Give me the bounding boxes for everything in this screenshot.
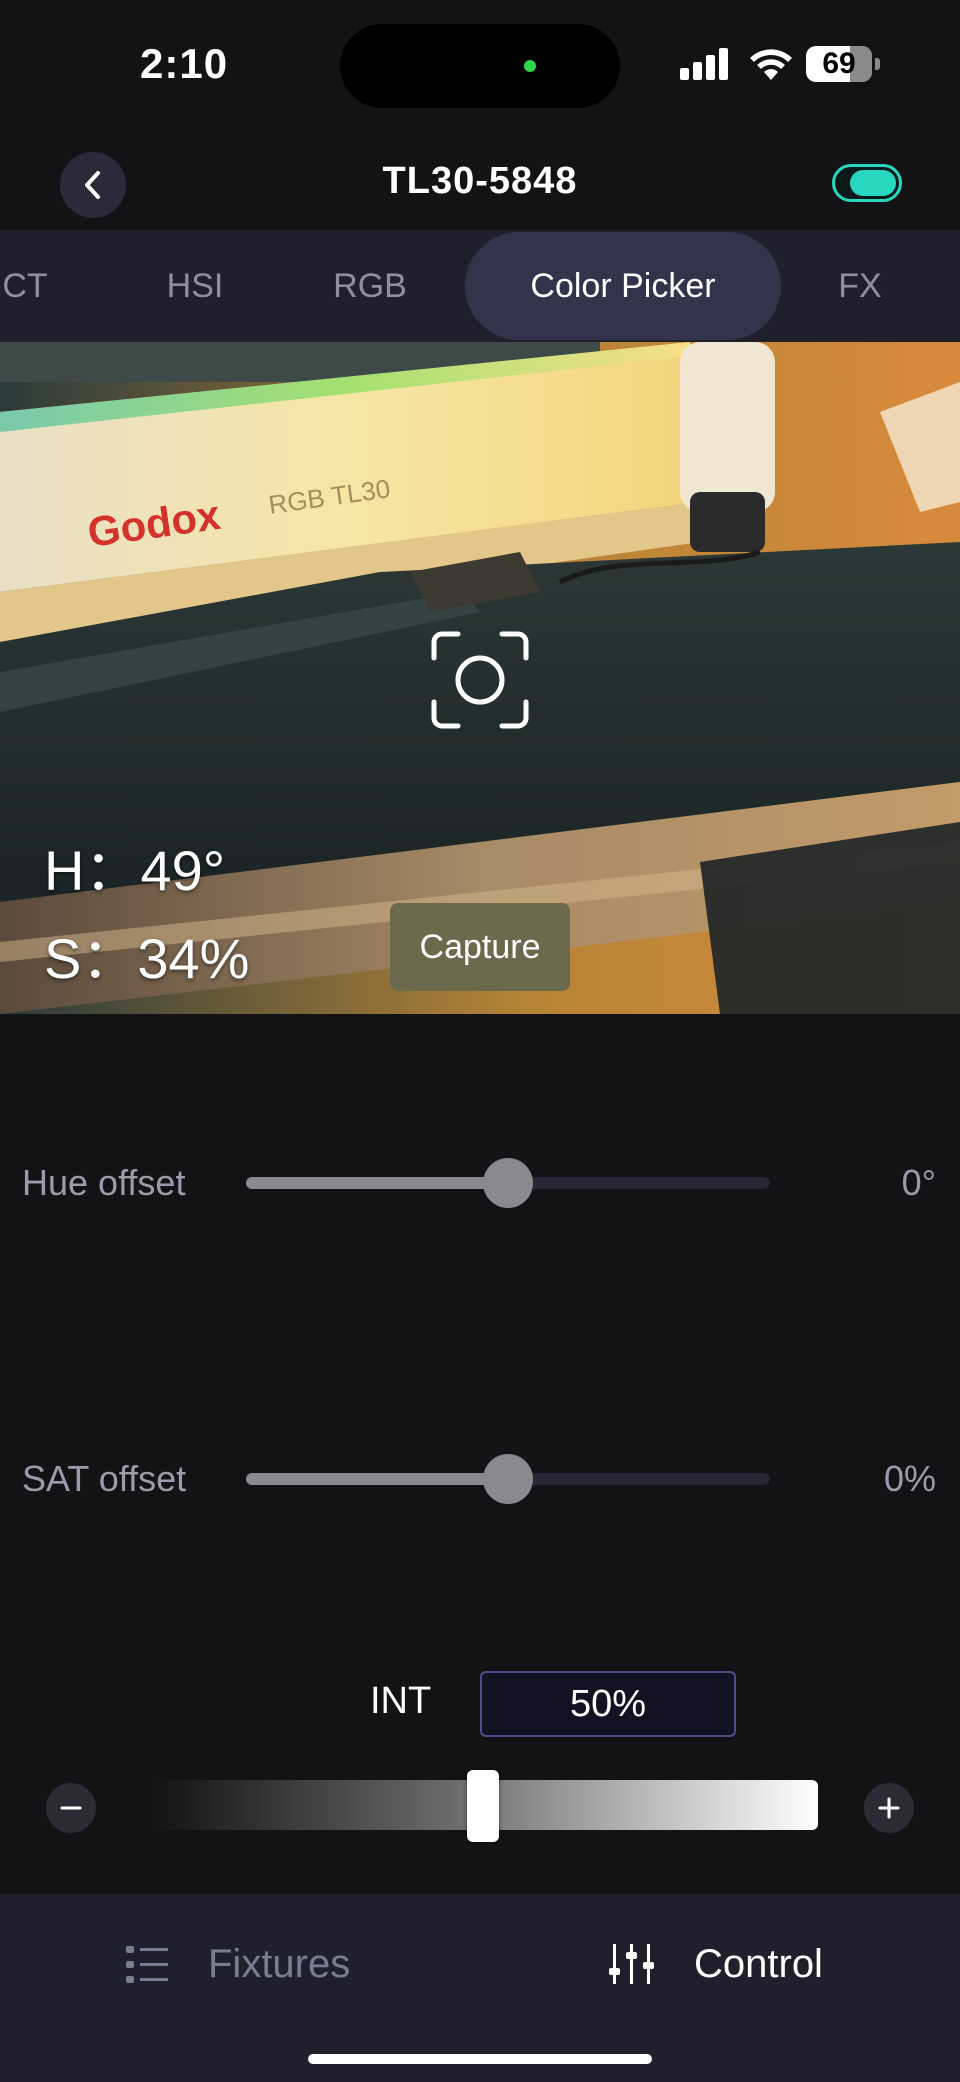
sat-offset-fill (246, 1473, 508, 1485)
sat-value: 34% (137, 927, 250, 990)
hue-offset-value: 0° (901, 1162, 936, 1203)
tab-color-picker[interactable]: Color Picker (465, 232, 781, 340)
sat-offset-slider[interactable] (246, 1454, 770, 1504)
list-icon (126, 1946, 168, 1983)
intensity-thumb[interactable] (467, 1770, 499, 1842)
hue-label: H： (44, 839, 141, 902)
hue-readout: H：49° (44, 826, 225, 907)
nav-control[interactable]: Control (608, 1924, 868, 2004)
page-title: TL30-5848 (382, 160, 578, 202)
home-indicator (308, 2054, 652, 2064)
nav-control-label: Control (694, 1942, 823, 1986)
power-toggle[interactable] (832, 164, 902, 202)
hue-value: 49° (140, 839, 226, 902)
increase-intensity-button[interactable] (864, 1783, 914, 1833)
tab-rgb[interactable]: RGB (310, 230, 430, 342)
toggle-knob (850, 170, 896, 196)
battery-level: 69 (822, 47, 856, 80)
intensity-label: INT (370, 1680, 432, 1722)
plus-icon (878, 1797, 900, 1819)
wifi-icon (750, 49, 792, 80)
tab-fx[interactable]: FX (820, 230, 900, 342)
mode-tabs: CT HSI RGB Color Picker FX (0, 230, 960, 342)
status-bar: 2:10 69 (0, 0, 960, 140)
nav-header: TL30-5848 (0, 140, 960, 230)
hue-offset-slider[interactable] (246, 1158, 770, 1208)
sat-label: S： (44, 927, 138, 990)
camera-indicator-dot (524, 60, 536, 72)
sat-offset-thumb[interactable] (483, 1454, 533, 1504)
nav-fixtures[interactable]: Fixtures (124, 1924, 384, 2004)
nav-fixtures-label: Fixtures (208, 1942, 351, 1986)
sat-offset-value: 0% (883, 1458, 936, 1499)
saturation-readout: S：34% (44, 914, 249, 995)
focus-reticle-icon[interactable] (430, 630, 530, 730)
capture-button[interactable]: Capture (390, 903, 570, 991)
decrease-intensity-button[interactable] (46, 1783, 96, 1833)
status-time: 2:10 (140, 40, 229, 87)
sat-offset-label: SAT offset (22, 1458, 187, 1499)
dynamic-island (340, 24, 620, 108)
sliders-icon (609, 1944, 654, 1984)
hue-offset-fill (246, 1177, 508, 1189)
intensity-input[interactable]: 50% (480, 1671, 736, 1737)
minus-icon (60, 1806, 82, 1810)
tab-hsi[interactable]: HSI (140, 230, 250, 342)
hue-offset-label: Hue offset (22, 1162, 186, 1203)
battery-icon: 69 (806, 46, 880, 82)
tab-ct[interactable]: CT (0, 230, 70, 342)
cellular-signal-icon (680, 48, 730, 80)
hue-offset-thumb[interactable] (483, 1158, 533, 1208)
